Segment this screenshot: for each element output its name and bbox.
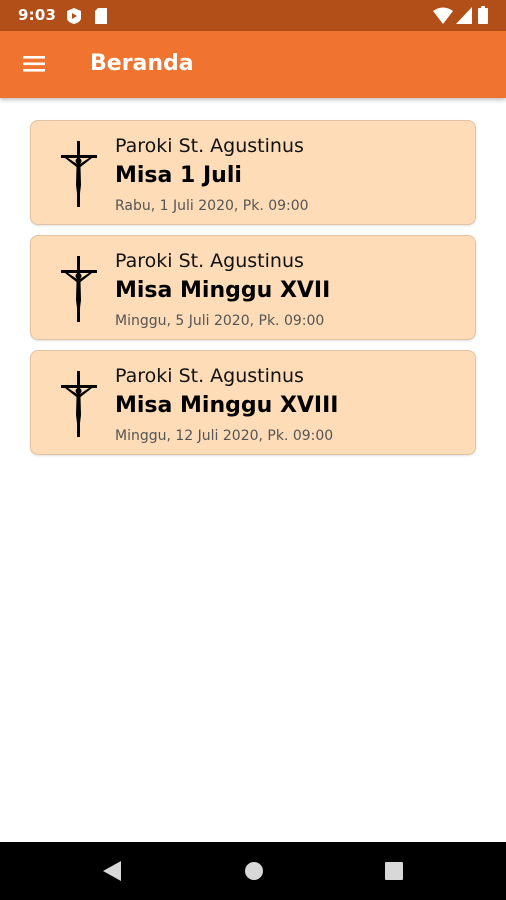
parish-name: Paroki St. Agustinus bbox=[115, 365, 304, 387]
status-time: 9:03 bbox=[18, 6, 57, 24]
app-bar: Beranda bbox=[0, 31, 506, 98]
mass-title: Misa 1 Juli bbox=[115, 163, 242, 188]
mass-card[interactable]: Paroki St. Agustinus Misa 1 Juli Rabu, 1… bbox=[30, 120, 476, 225]
recents-icon[interactable] bbox=[382, 857, 406, 889]
home-icon[interactable] bbox=[242, 857, 266, 889]
crucifix-icon bbox=[59, 141, 99, 207]
mass-datetime: Minggu, 5 Juli 2020, Pk. 09:00 bbox=[115, 313, 325, 329]
mass-card[interactable]: Paroki St. Agustinus Misa Minggu XVIII M… bbox=[30, 350, 476, 455]
media-play-icon bbox=[66, 8, 82, 28]
wifi-icon bbox=[433, 7, 453, 28]
status-bar: 9:03 bbox=[0, 0, 506, 31]
mass-datetime: Minggu, 12 Juli 2020, Pk. 09:00 bbox=[115, 428, 334, 444]
signal-icon bbox=[456, 7, 472, 28]
crucifix-icon bbox=[59, 256, 99, 322]
mass-card[interactable]: Paroki St. Agustinus Misa Minggu XVII Mi… bbox=[30, 235, 476, 340]
sd-card-icon bbox=[95, 8, 107, 28]
mass-list: Paroki St. Agustinus Misa 1 Juli Rabu, 1… bbox=[30, 120, 478, 465]
mass-title: Misa Minggu XVIII bbox=[115, 393, 339, 418]
navigation-bar bbox=[0, 842, 506, 900]
parish-name: Paroki St. Agustinus bbox=[115, 135, 304, 157]
crucifix-icon bbox=[59, 371, 99, 437]
page-title: Beranda bbox=[90, 51, 194, 76]
battery-icon bbox=[478, 6, 488, 28]
back-icon[interactable] bbox=[100, 857, 124, 889]
mass-datetime: Rabu, 1 Juli 2020, Pk. 09:00 bbox=[115, 198, 309, 214]
parish-name: Paroki St. Agustinus bbox=[115, 250, 304, 272]
hamburger-menu-icon[interactable] bbox=[18, 49, 52, 79]
mass-title: Misa Minggu XVII bbox=[115, 278, 331, 303]
